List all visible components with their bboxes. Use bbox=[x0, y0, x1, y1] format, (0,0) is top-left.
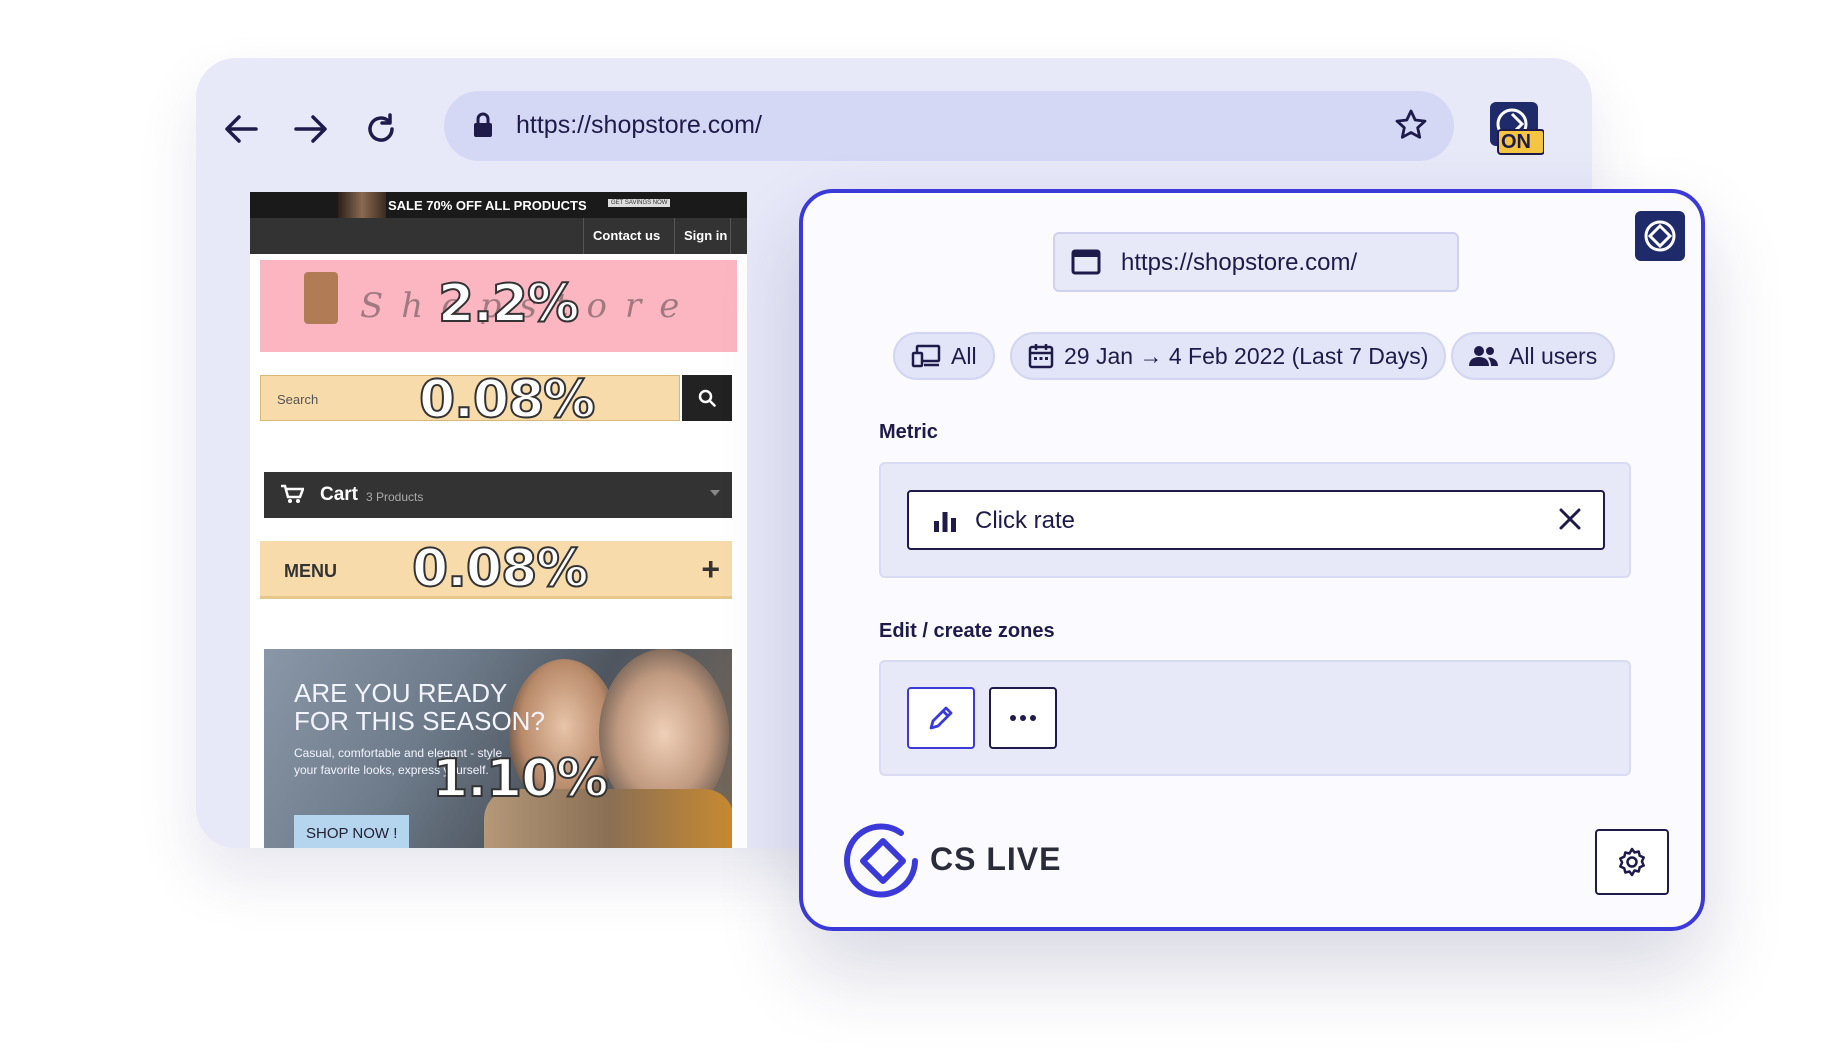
lock-icon bbox=[472, 111, 494, 144]
promo-banner[interactable]: SALE 70% OFF ALL PRODUCTS GET SAVINGS NO… bbox=[250, 192, 747, 218]
zone-click-rate-search: 0.08% bbox=[418, 369, 596, 431]
chevron-down-icon bbox=[710, 490, 720, 496]
bar-chart-icon bbox=[933, 509, 957, 538]
metric-section: Click rate bbox=[879, 462, 1631, 578]
device-filter-chip[interactable]: All bbox=[893, 332, 995, 380]
shopping-bag-logo bbox=[304, 272, 338, 324]
website-preview: SALE 70% OFF ALL PRODUCTS GET SAVINGS NO… bbox=[250, 192, 747, 848]
pencil-icon bbox=[929, 706, 953, 730]
hero-banner[interactable]: ARE YOU READY FOR THIS SEASON? Casual, c… bbox=[264, 649, 732, 848]
zone-click-rate-logo: 2.2% bbox=[437, 273, 580, 335]
search-icon bbox=[698, 389, 716, 407]
date-range-label: 29 Jan → 4 Feb 2022 (Last 7 Days) bbox=[1064, 342, 1429, 369]
cart-dropdown[interactable]: Cart 3 Products bbox=[264, 472, 732, 518]
plus-icon[interactable]: + bbox=[701, 551, 720, 588]
forward-button[interactable] bbox=[286, 104, 336, 154]
reload-button[interactable] bbox=[356, 104, 406, 154]
segment-filter-label: All users bbox=[1509, 342, 1598, 369]
promo-text: SALE 70% OFF ALL PRODUCTS bbox=[388, 198, 587, 213]
cs-live-brand: CS LIVE bbox=[841, 819, 1101, 903]
divider bbox=[583, 218, 584, 254]
address-bar-url: https://shopstore.com/ bbox=[516, 111, 762, 139]
settings-button[interactable] bbox=[1595, 829, 1669, 895]
gear-icon bbox=[1619, 847, 1645, 877]
promo-image bbox=[338, 192, 386, 218]
cart-label: Cart bbox=[320, 484, 359, 505]
arrow-left-icon bbox=[225, 115, 258, 143]
segment-filter-chip[interactable]: All users bbox=[1451, 332, 1616, 380]
logo-zone[interactable]: Shopstore 2.2% bbox=[260, 260, 737, 352]
more-options-button[interactable] bbox=[989, 687, 1057, 749]
shop-now-button[interactable]: SHOP NOW ! bbox=[294, 815, 410, 848]
cs-live-extension-button[interactable]: ON bbox=[1488, 100, 1545, 156]
search-zone[interactable]: Search 0.08% bbox=[260, 369, 680, 431]
search-button[interactable] bbox=[682, 375, 732, 421]
arrow-right-icon bbox=[294, 115, 327, 143]
contact-us-link[interactable]: Contact us bbox=[593, 228, 660, 243]
users-icon bbox=[1469, 346, 1498, 366]
cart-icon bbox=[280, 484, 305, 509]
device-filter-label: All bbox=[951, 342, 977, 369]
promo-tag[interactable]: GET SAVINGS NOW bbox=[608, 199, 671, 207]
sign-in-link[interactable]: Sign in bbox=[684, 228, 727, 243]
browser-window-icon bbox=[1071, 249, 1101, 280]
edit-zones-button[interactable] bbox=[907, 687, 975, 749]
divider bbox=[730, 218, 731, 254]
cs-live-logo-icon bbox=[844, 823, 918, 898]
cs-live-panel: https://shopstore.com/ All 29 Jan → 4 Fe… bbox=[799, 189, 1705, 931]
zones-section-label: Edit / create zones bbox=[879, 620, 1055, 642]
cs-live-logo-icon bbox=[1644, 220, 1676, 252]
back-button[interactable] bbox=[216, 104, 266, 154]
devices-icon bbox=[911, 344, 941, 368]
zones-section bbox=[879, 660, 1631, 776]
brand-name: CS LIVE bbox=[930, 841, 1062, 877]
menu-label: MENU bbox=[284, 561, 337, 581]
divider bbox=[674, 218, 675, 254]
panel-url-text: https://shopstore.com/ bbox=[1121, 249, 1358, 276]
ellipsis-icon bbox=[1010, 715, 1036, 721]
site-topbar: Contact us Sign in bbox=[250, 218, 747, 254]
metric-value: Click rate bbox=[975, 507, 1076, 534]
cart-count: 3 Products bbox=[366, 490, 424, 504]
menu-zone[interactable]: MENU 0.08% + bbox=[260, 538, 732, 600]
cs-live-corner-logo[interactable] bbox=[1635, 211, 1685, 261]
search-placeholder: Search bbox=[277, 392, 319, 407]
zone-click-rate-banner: 1.10% bbox=[431, 748, 609, 810]
date-range-chip[interactable]: 29 Jan → 4 Feb 2022 (Last 7 Days) bbox=[1010, 332, 1447, 380]
metric-section-label: Metric bbox=[879, 421, 938, 443]
metric-select[interactable]: Click rate bbox=[907, 490, 1605, 550]
address-bar[interactable]: https://shopstore.com/ bbox=[444, 91, 1454, 161]
banner-headline: ARE YOU READY FOR THIS SEASON? bbox=[294, 678, 545, 736]
extension-on-badge: ON bbox=[1501, 131, 1531, 153]
zone-click-rate-menu: 0.08% bbox=[411, 538, 589, 600]
clear-metric-close-icon[interactable] bbox=[1557, 506, 1583, 537]
bookmark-star-icon[interactable] bbox=[1394, 108, 1428, 147]
calendar-icon bbox=[1028, 344, 1054, 369]
reload-icon bbox=[368, 113, 394, 142]
panel-url-field: https://shopstore.com/ bbox=[1053, 232, 1459, 292]
